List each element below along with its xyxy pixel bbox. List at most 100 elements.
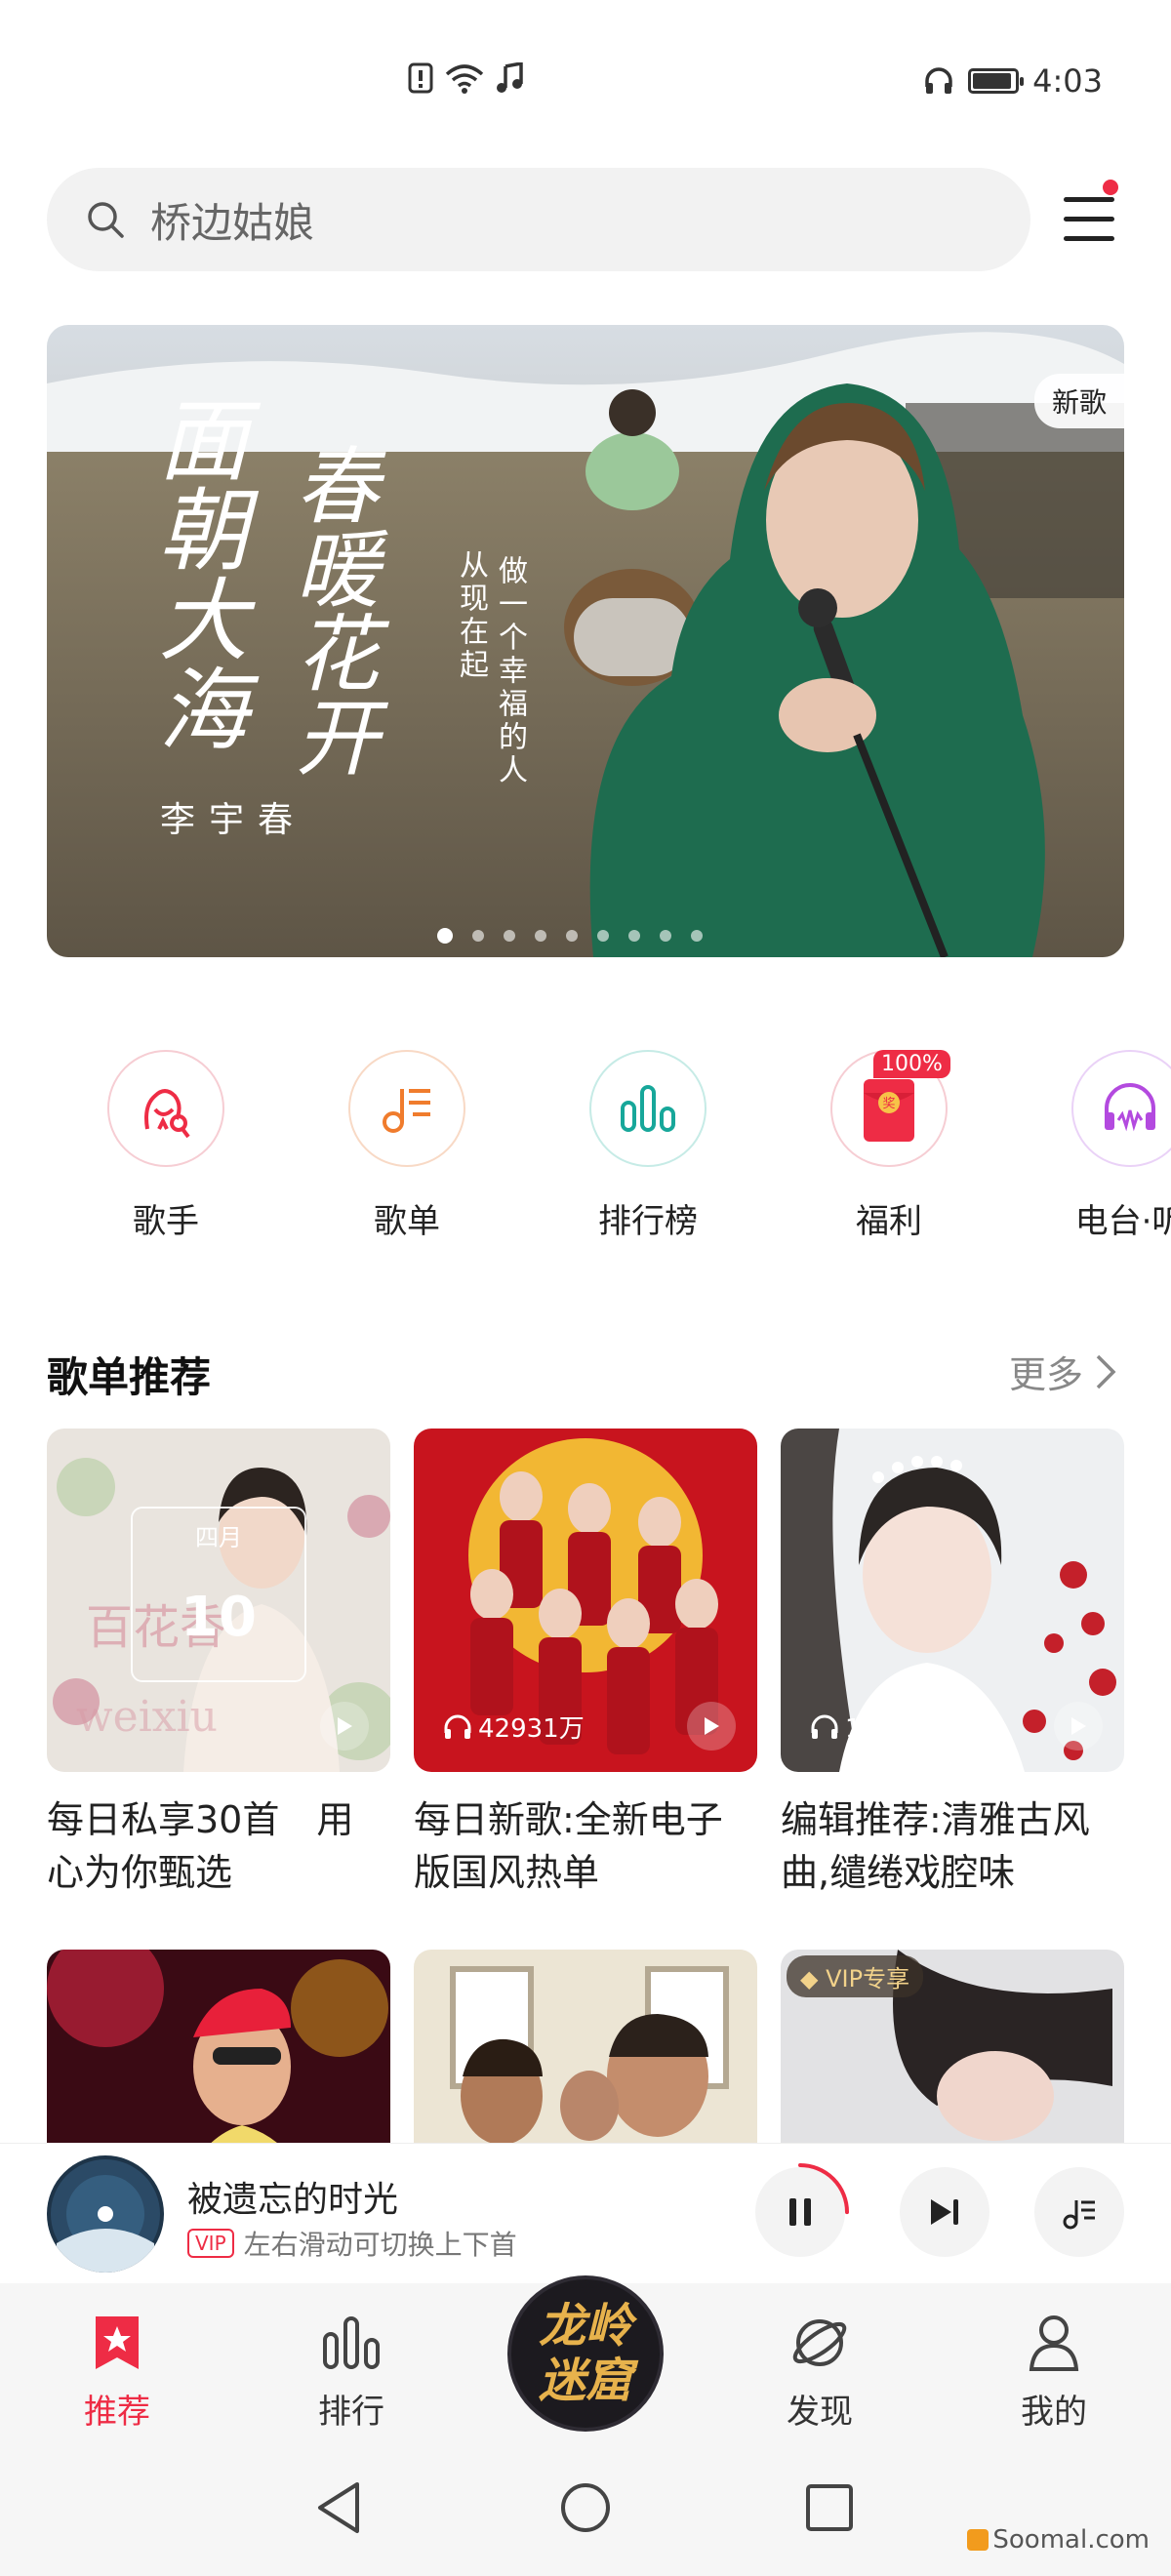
quick-nav-playlist[interactable]: 歌单 <box>309 1050 505 1242</box>
carousel-dot[interactable] <box>566 930 578 942</box>
quick-nav-label: 电台·听 <box>1074 1202 1171 1241</box>
notification-dot <box>1103 180 1118 195</box>
playlist-card[interactable] <box>414 1950 757 2143</box>
banner-subtitle-b: 做一个幸福的人 <box>493 555 527 787</box>
quick-nav-radio[interactable]: 电台·听 <box>1032 1050 1171 1242</box>
carousel-dot[interactable] <box>691 930 703 942</box>
star-bookmark-icon <box>96 2316 139 2369</box>
playlist-card[interactable]: 百花香 weixiu 四月 10 每日私享30首 用心为你甄选 <box>47 1429 390 1899</box>
music-note-icon <box>497 62 523 93</box>
next-button[interactable] <box>900 2167 989 2257</box>
carousel-dot[interactable] <box>504 930 515 942</box>
playlist-card[interactable] <box>47 1950 390 2143</box>
banner-artist: 李宇春 <box>160 800 307 840</box>
search-input[interactable]: 桥边姑娘 <box>47 168 1030 271</box>
banner-title-b: 春暖花开 <box>280 442 378 778</box>
singer-icon <box>144 1089 190 1139</box>
playlist-cover: 148万 <box>781 1429 1124 1772</box>
player-song-title: 被遗忘的时光 <box>187 2180 399 2220</box>
cover-image <box>414 1950 757 2143</box>
watermark-text: Soomal.com <box>992 2525 1150 2555</box>
tab-rank[interactable]: 排行 <box>273 2313 429 2433</box>
center-promo-label: 龙岭迷窟 <box>538 2299 632 2408</box>
playlist-card[interactable]: 148万 编辑推荐:清雅古风曲,缱绻戏腔味 <box>781 1429 1124 1899</box>
queue-icon <box>1063 2200 1095 2230</box>
cover-image <box>47 1950 390 2143</box>
play-button[interactable] <box>320 1702 369 1751</box>
bottom-nav: 推荐 排行 龙岭迷窟 发现 我的 <box>0 2275 1171 2439</box>
tab-mine[interactable]: 我的 <box>976 2313 1132 2433</box>
playlist-card[interactable]: 42931万 每日新歌:全新电子版国风热单 <box>414 1429 757 1899</box>
radio-headphones-icon <box>1105 1083 1155 1132</box>
menu-button[interactable] <box>1060 180 1118 246</box>
status-icons-right: 4:03 <box>923 62 1103 100</box>
vip-badge: VIP <box>187 2229 234 2258</box>
quick-nav-welfare[interactable]: 奖 100% 福利 <box>791 1050 987 1242</box>
menu-icon <box>1064 197 1114 202</box>
playlist-title: 编辑推荐:清雅古风曲,缱绻戏腔味 <box>781 1798 1090 1894</box>
soomal-logo-icon <box>967 2529 989 2551</box>
center-promo-button[interactable]: 龙岭迷窟 <box>507 2275 664 2432</box>
tab-recommend[interactable]: 推荐 <box>39 2313 195 2433</box>
svg-text:weixiu: weixiu <box>76 1692 218 1742</box>
search-icon <box>88 202 124 238</box>
welfare-icon-circle: 奖 100% <box>830 1050 950 1167</box>
quick-nav-label: 歌单 <box>374 1202 440 1241</box>
chevron-right-icon <box>1096 1354 1116 1389</box>
pause-button[interactable] <box>751 2163 849 2261</box>
status-icons-center <box>408 62 525 94</box>
quick-nav: 歌手 歌单 排行榜 奖 100% 福利 电台·听 <box>0 1050 1171 1245</box>
new-song-badge: 新歌 <box>1033 374 1124 428</box>
playlist-cover: 42931万 <box>414 1429 757 1772</box>
carousel-dot[interactable] <box>597 930 609 942</box>
chart-bars-icon <box>323 2316 380 2369</box>
carousel-dot[interactable] <box>472 930 484 942</box>
menu-icon-line <box>1064 236 1114 241</box>
playlist-queue-button[interactable] <box>1034 2167 1124 2257</box>
playlist-card[interactable]: ◆ VIP专享 <box>781 1950 1124 2143</box>
tab-label: 推荐 <box>84 2393 150 2432</box>
more-link[interactable]: 更多 <box>1009 1345 1116 1398</box>
tab-label: 排行 <box>318 2393 384 2432</box>
quick-nav-chart[interactable]: 排行榜 <box>550 1050 746 1242</box>
next-icon <box>931 2199 958 2225</box>
carousel-indicator <box>437 928 703 944</box>
planet-icon <box>792 2319 847 2366</box>
tab-discover[interactable]: 发现 <box>742 2313 898 2433</box>
play-count: 148万 <box>810 1709 919 1745</box>
play-button[interactable] <box>687 1702 736 1751</box>
banner-title-a: 面朝大海 <box>143 393 248 752</box>
play-count-value: 148万 <box>845 1714 919 1744</box>
tab-label: 发现 <box>787 2393 853 2432</box>
recents-icon[interactable] <box>800 2478 859 2537</box>
play-count: 42931万 <box>443 1709 585 1745</box>
playlist-icon-circle <box>348 1050 465 1167</box>
banner-carousel[interactable]: 新歌 面朝大海 春暖花开 从现在起 做一个幸福的人 李宇春 <box>47 325 1124 957</box>
svg-text:奖: 奖 <box>882 1097 895 1111</box>
playlist-cover <box>414 1950 757 2143</box>
banner-subtitle-a: 从现在起 <box>454 549 488 682</box>
carousel-dot[interactable] <box>660 930 671 942</box>
system-nav-bar: Soomal.com <box>0 2439 1171 2576</box>
play-icon <box>1071 1717 1086 1735</box>
play-button[interactable] <box>1054 1702 1103 1751</box>
more-label: 更多 <box>1008 1353 1083 1396</box>
player-album-art[interactable] <box>47 2155 164 2273</box>
headphones-icon <box>811 1714 838 1739</box>
play-icon <box>338 1717 352 1735</box>
mini-player[interactable]: 被遗忘的时光 VIP 左右滑动可切换上下首 <box>0 2143 1171 2283</box>
user-icon <box>1029 2315 1079 2371</box>
back-icon[interactable] <box>310 2478 369 2537</box>
headphones-icon <box>925 67 952 94</box>
section-title: 歌单推荐 <box>47 1353 212 1401</box>
red-envelope-icon: 奖 <box>864 1079 914 1142</box>
carousel-dot[interactable] <box>535 930 546 942</box>
date-day: 10 <box>181 1586 257 1649</box>
quick-nav-singer[interactable]: 歌手 <box>68 1050 263 1242</box>
menu-icon-line <box>1064 217 1114 221</box>
carousel-dot[interactable] <box>437 928 453 944</box>
playlist-icon <box>383 1089 430 1133</box>
home-icon[interactable] <box>556 2478 615 2537</box>
carousel-dot[interactable] <box>628 930 640 942</box>
playlist-cover <box>47 1950 390 2143</box>
